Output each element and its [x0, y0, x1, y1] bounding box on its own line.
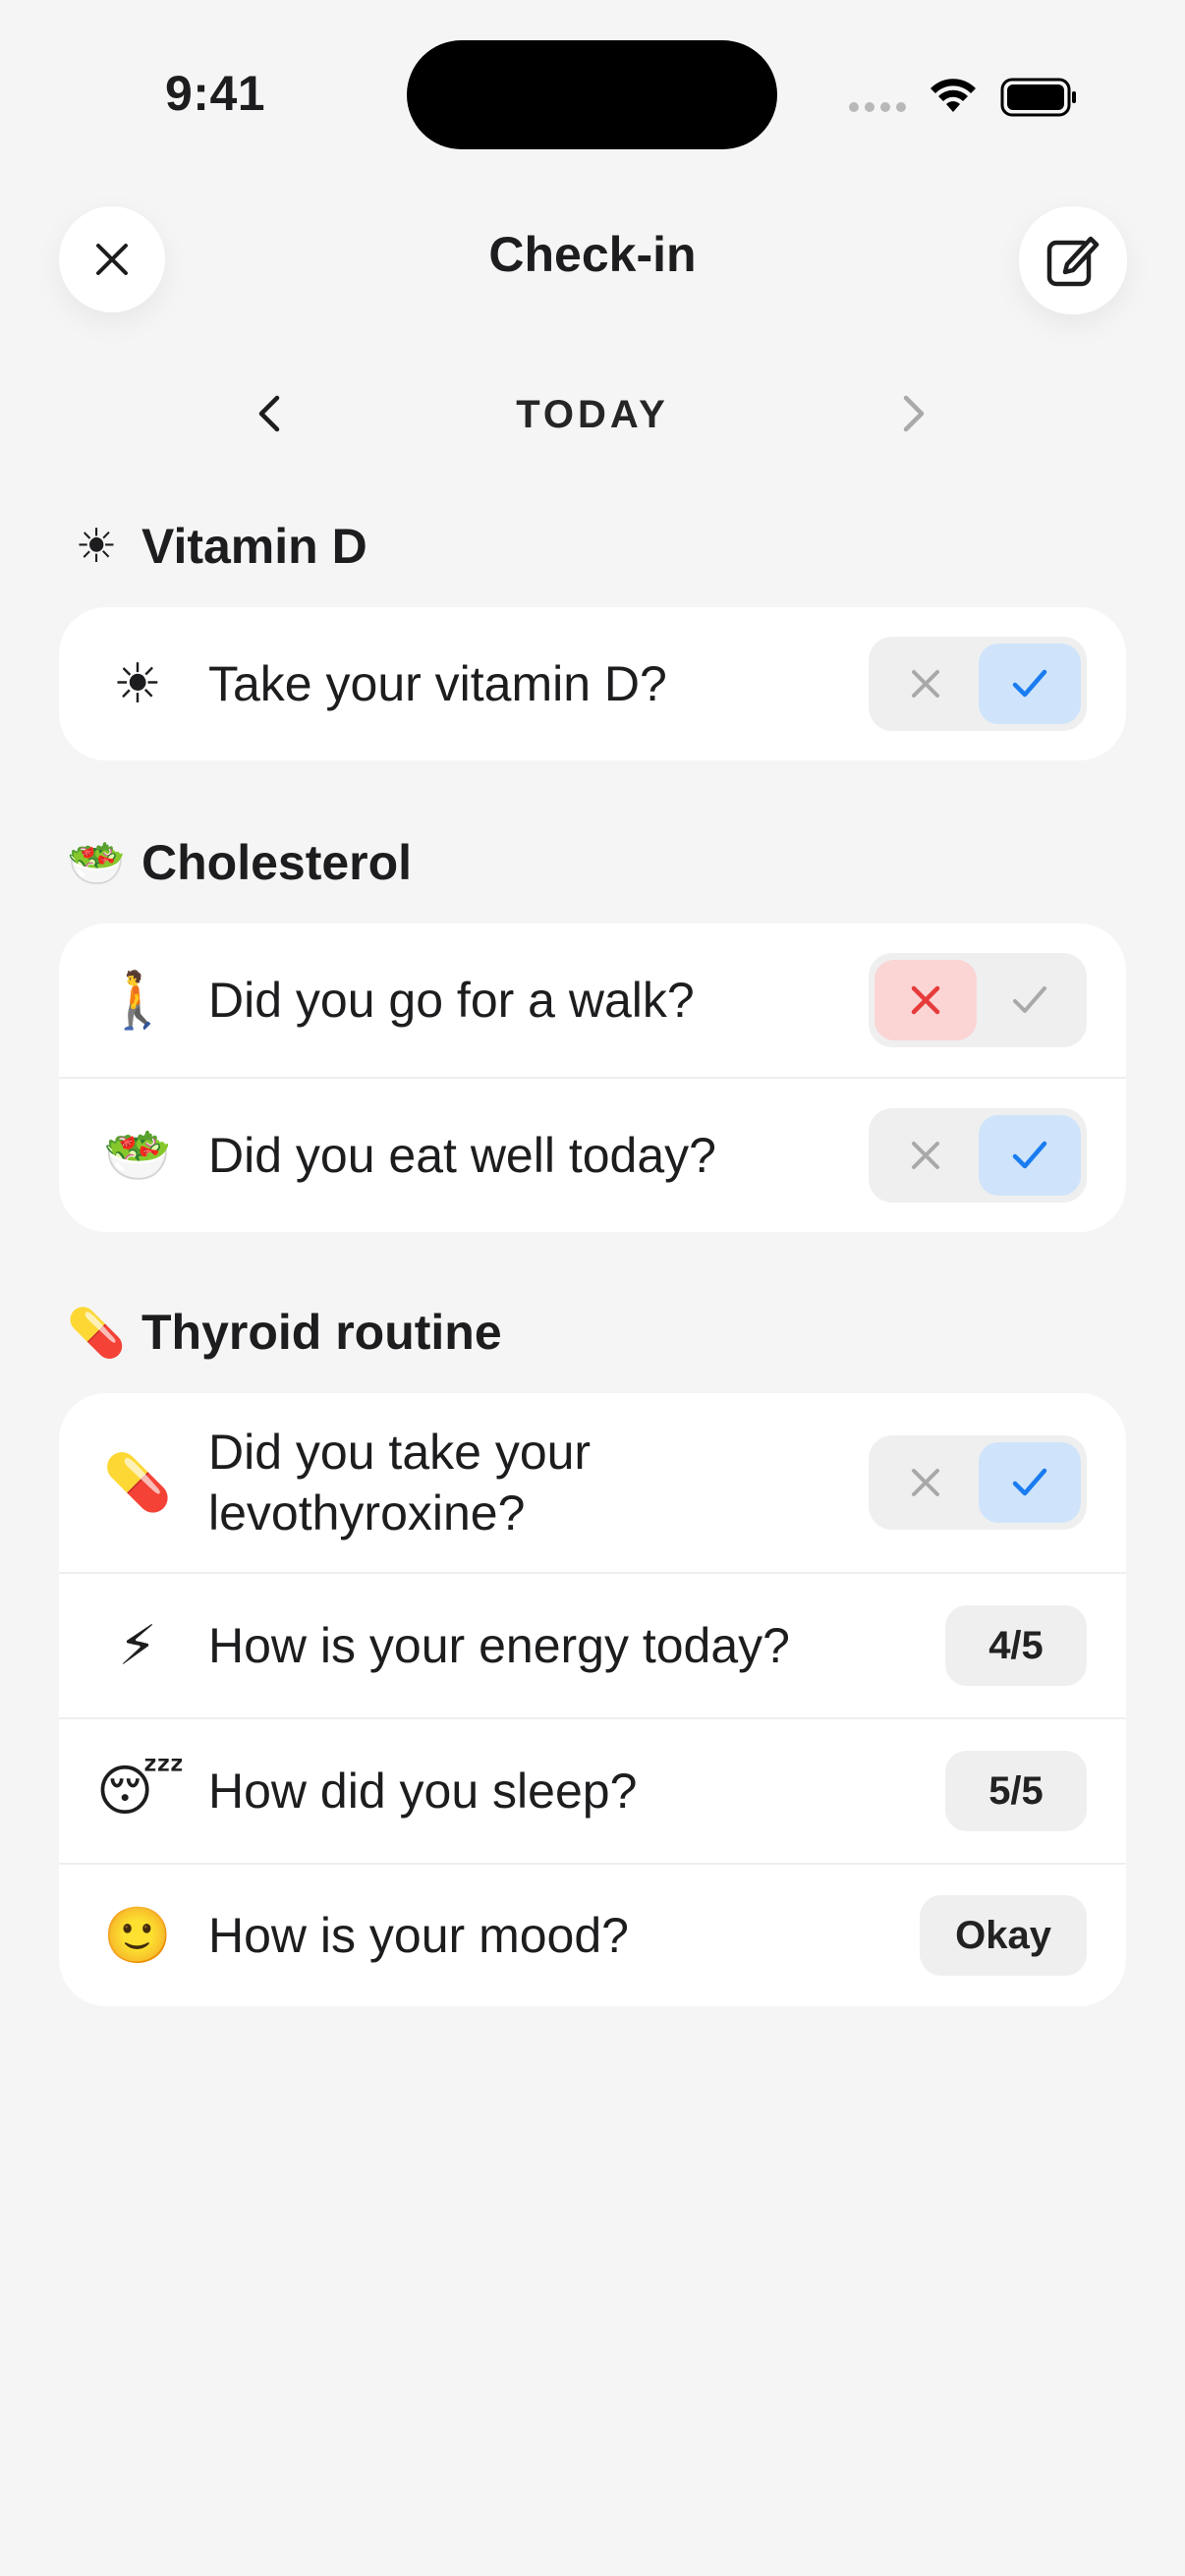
date-label: TODAY — [516, 393, 669, 436]
x-icon — [912, 1142, 939, 1169]
question-text: Did you go for a walk? — [208, 973, 695, 1028]
section-title-label: Thyroid routine — [141, 1305, 502, 1360]
section-title-thyroid-routine: 💊 Thyroid routine — [65, 1297, 502, 1368]
page-title: Check-in — [488, 227, 697, 282]
list-item: 🙂 How is your mood? Okay — [59, 1865, 1126, 2006]
yes-option[interactable] — [979, 1115, 1081, 1196]
edit-button[interactable] — [1019, 206, 1127, 314]
rating-pill[interactable]: 5/5 — [945, 1751, 1087, 1831]
section-title-cholesterol: 🥗 Cholesterol — [65, 827, 412, 898]
sleeping-face-icon: 😴 — [96, 1759, 185, 1823]
date-navigator: TODAY — [0, 378, 1185, 447]
pill-icon: 💊 — [103, 1451, 172, 1515]
list-item: 💊 Did you take your levothyroxine? — [59, 1393, 1126, 1574]
chevron-right-icon[interactable] — [884, 386, 939, 441]
walking-person-icon: 🚶 — [103, 969, 172, 1033]
checkmark-icon — [1012, 1468, 1047, 1496]
x-icon — [911, 985, 940, 1015]
list-item: 🚶 Did you go for a walk? — [59, 924, 1126, 1079]
section-card-vitamin-d: ☀ Take your vitamin D? — [59, 607, 1126, 760]
question-text: How did you sleep? — [208, 1764, 638, 1819]
battery-icon — [1000, 78, 1076, 117]
no-option[interactable] — [875, 644, 977, 724]
rating-pill[interactable]: 4/5 — [945, 1605, 1087, 1686]
yes-option[interactable] — [979, 960, 1081, 1040]
section-card-thyroid-routine: 💊 Did you take your levothyroxine? ⚡ How… — [59, 1393, 1126, 2006]
question-text: How is your energy today? — [208, 1618, 790, 1673]
section-card-cholesterol: 🚶 Did you go for a walk? 🥗 Did you eat w… — [59, 924, 1126, 1232]
list-item: ⚡ How is your energy today? 4/5 — [59, 1574, 1126, 1719]
question-text: Did you take your levothyroxine? — [208, 1425, 592, 1540]
list-item: 😴 How did you sleep? 5/5 — [59, 1719, 1126, 1865]
no-option[interactable] — [875, 1115, 977, 1196]
lightning-icon: ⚡ — [118, 1613, 157, 1678]
section-title-label: Vitamin D — [141, 519, 367, 574]
x-icon — [912, 1469, 939, 1496]
yes-no-toggle — [869, 1108, 1087, 1203]
edit-icon — [1046, 236, 1100, 287]
salad-icon: 🥗 — [103, 1124, 172, 1188]
list-item: ☀ Take your vitamin D? — [59, 607, 1126, 760]
wifi-icon — [931, 79, 976, 112]
dynamic-island — [407, 40, 777, 149]
checkmark-icon — [1012, 669, 1047, 698]
yes-no-toggle — [869, 953, 1087, 1047]
list-item: 🥗 Did you eat well today? — [59, 1079, 1126, 1232]
status-time: 9:41 — [165, 66, 266, 121]
salad-icon: 🥗 — [67, 835, 126, 891]
no-option[interactable] — [875, 1442, 977, 1523]
yes-no-toggle — [869, 637, 1087, 731]
no-option[interactable] — [875, 960, 977, 1040]
yes-option[interactable] — [979, 1442, 1081, 1523]
yes-no-toggle — [869, 1435, 1087, 1530]
section-title-label: Cholesterol — [141, 835, 413, 890]
section-title-vitamin-d: ☀ Vitamin D — [65, 511, 367, 582]
checkmark-icon — [1012, 1141, 1047, 1169]
checkmark-icon — [1013, 986, 1046, 1013]
mood-pill[interactable]: Okay — [920, 1895, 1087, 1976]
cellular-signal-icon — [849, 102, 906, 112]
question-text: How is your mood? — [208, 1908, 629, 1963]
pill-icon: 💊 — [67, 1305, 126, 1361]
smiling-face-icon: 🙂 — [103, 1904, 172, 1968]
yes-option[interactable] — [979, 644, 1081, 724]
status-bar: 9:41 — [0, 0, 1185, 187]
sun-icon: ☀ — [75, 519, 118, 574]
question-text: Did you eat well today? — [208, 1128, 716, 1183]
x-icon — [912, 670, 939, 698]
sun-icon: ☀ — [112, 651, 163, 716]
question-text: Take your vitamin D? — [208, 656, 667, 711]
